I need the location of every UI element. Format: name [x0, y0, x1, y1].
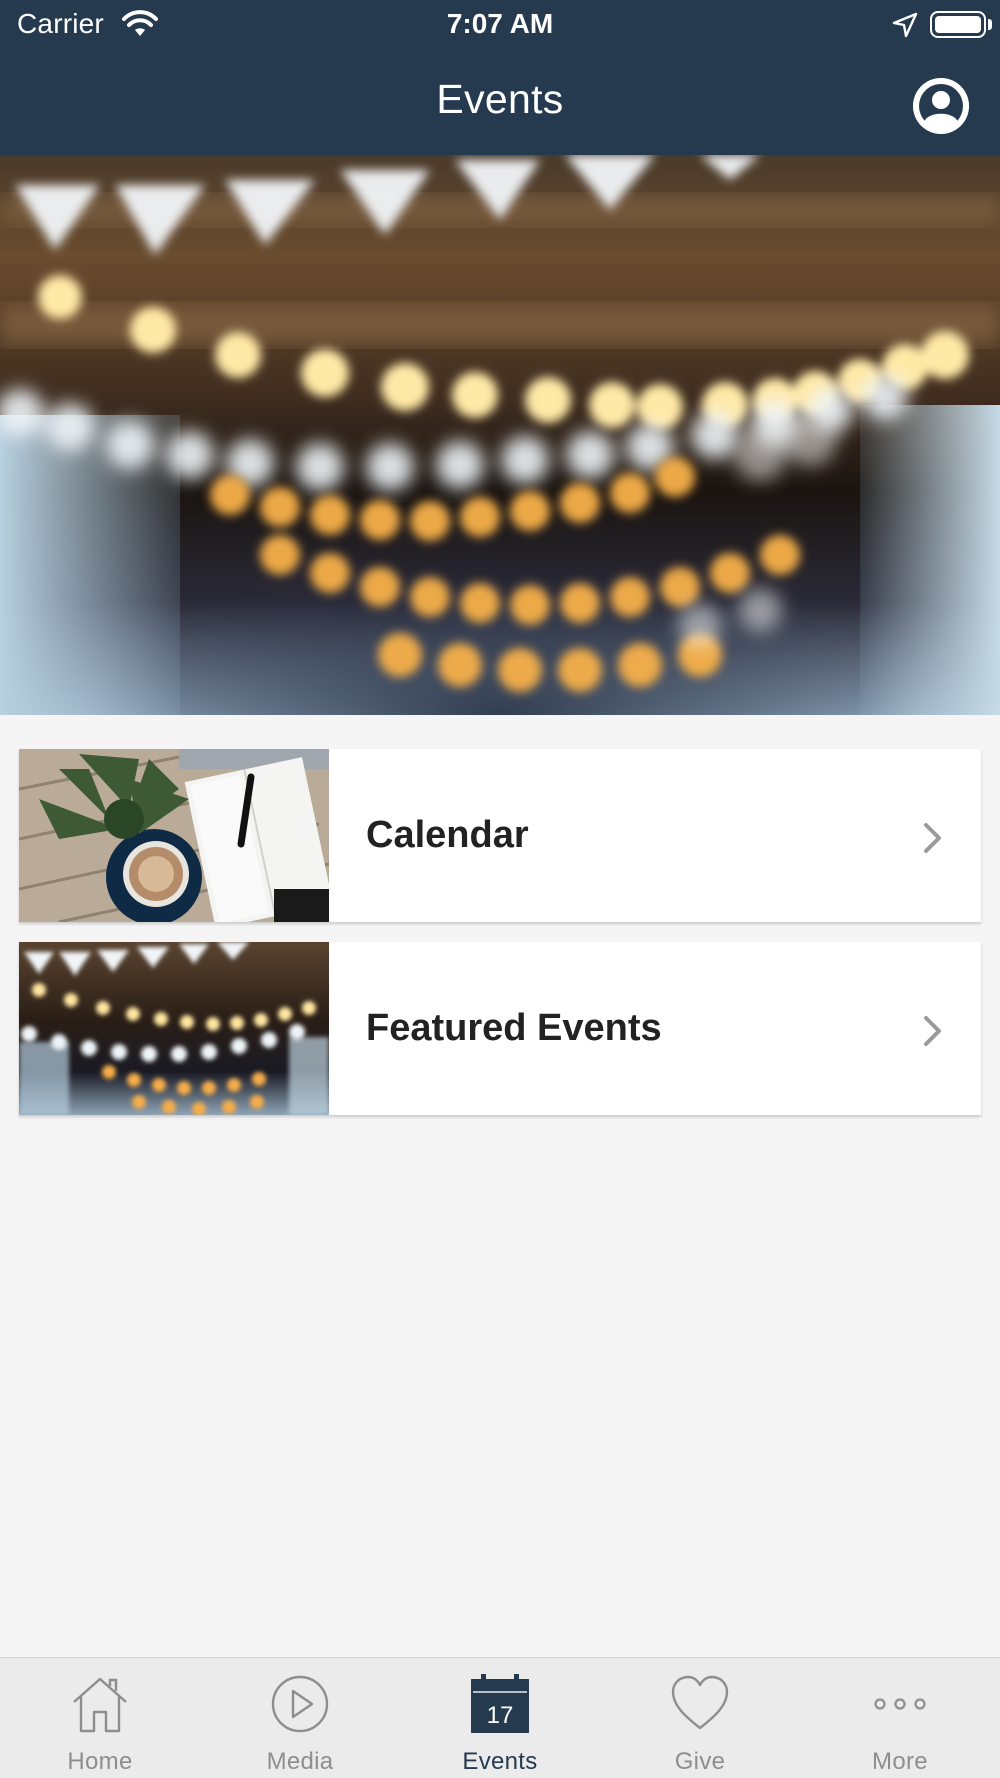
heart-icon: [671, 1675, 729, 1730]
top-bar: Carrier 7:07 AM Events: [0, 0, 1000, 155]
tab-media-label: Media: [266, 1748, 334, 1775]
featured-events-card[interactable]: Featured Events: [19, 942, 981, 1115]
tab-give-label: Give: [674, 1748, 726, 1775]
hero-image: [0, 155, 1000, 715]
page-title: Events: [436, 76, 564, 122]
calendar-label: Calendar: [366, 814, 529, 856]
tab-home-label: Home: [67, 1748, 133, 1775]
user-circle-icon: [913, 78, 969, 134]
tab-events-label: Events: [462, 1748, 538, 1775]
tab-more[interactable]: More: [800, 1658, 1000, 1778]
string-lights-illustration: [0, 155, 1000, 692]
tab-media[interactable]: Media: [200, 1658, 400, 1778]
tab-more-label: More: [872, 1748, 928, 1775]
chevron-right-icon: [924, 1016, 941, 1046]
featured-events-thumbnail: [19, 942, 329, 1115]
house-icon: [73, 1677, 127, 1733]
tab-give[interactable]: Give: [600, 1658, 800, 1778]
calendar-icon: 17: [471, 1674, 529, 1733]
tab-home[interactable]: Home: [0, 1658, 200, 1778]
battery-nub: [988, 19, 992, 30]
status-time: 7:07 AM: [446, 8, 554, 39]
battery-icon: [930, 11, 986, 38]
calendar-day-text: 17: [487, 1702, 514, 1729]
calendar-card[interactable]: Calendar: [19, 749, 981, 922]
profile-button[interactable]: [913, 78, 969, 134]
status-bar: Carrier 7:07 AM: [0, 0, 1000, 50]
tab-events[interactable]: 17 Events: [400, 1658, 600, 1778]
play-circle-icon: [271, 1675, 329, 1733]
featured-events-label: Featured Events: [366, 1007, 662, 1049]
chevron-right-icon: [924, 823, 941, 853]
tab-bar: Home Media 17 Events Give More: [0, 1657, 1000, 1778]
coffee-notebook-photo: [19, 749, 329, 922]
calendar-thumbnail: [19, 749, 329, 922]
string-lights-photo: [19, 942, 329, 1115]
location-arrow-icon: [892, 12, 918, 38]
more-dots-icon: [874, 1698, 926, 1710]
